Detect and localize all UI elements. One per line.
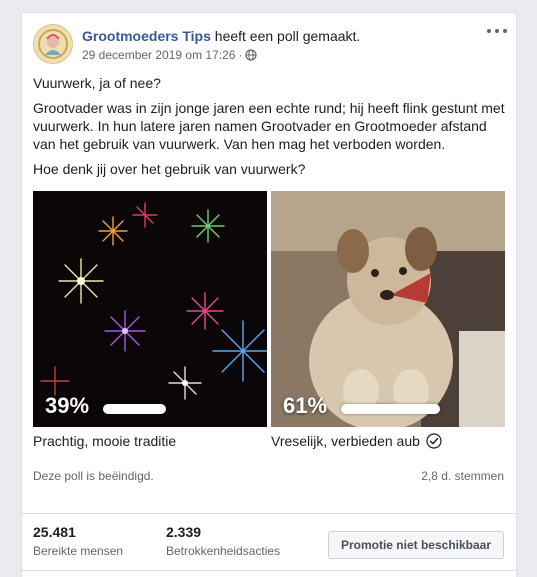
meta-separator: · xyxy=(238,48,243,62)
post-header: Grootmoeders Tips heeft een poll gemaakt… xyxy=(82,28,360,44)
post-body: Vuurwerk, ja of nee? Grootvader was in z… xyxy=(33,74,507,185)
post-card: Grootmoeders Tips heeft een poll gemaakt… xyxy=(21,12,517,577)
post-timestamp[interactable]: 29 december 2019 om 17:26 xyxy=(82,48,235,62)
dog-image xyxy=(271,191,505,427)
insights-divider xyxy=(22,513,516,514)
poll-option-text: Vreselijk, verbieden aub xyxy=(271,433,420,449)
poll-result-bar xyxy=(341,404,440,414)
fireworks-image xyxy=(33,191,267,427)
poll-percent: 61% xyxy=(283,393,328,418)
globe-icon[interactable] xyxy=(245,49,258,61)
more-options-icon[interactable] xyxy=(487,24,507,38)
page-avatar[interactable] xyxy=(33,24,73,64)
reach-label: Bereikte mensen xyxy=(33,544,124,558)
avatar-image xyxy=(34,25,72,63)
poll-option-text: Prachtig, mooie traditie xyxy=(33,433,177,449)
poll-status: Deze poll is beëindigd. xyxy=(33,469,154,483)
poll-option-dog[interactable]: 61% xyxy=(271,191,505,427)
reach-stat[interactable]: 25.481 Bereikte mensen xyxy=(33,524,123,558)
poll-result-bar xyxy=(103,404,166,414)
poll-vote-count[interactable]: 2,8 d. stemmen xyxy=(421,469,504,483)
poll-option-fireworks[interactable]: 39% xyxy=(33,191,267,427)
poll-option-label: Vreselijk, verbieden aub xyxy=(271,433,442,449)
check-circle-icon xyxy=(426,433,442,449)
post-paragraph: Vuurwerk, ja of nee? xyxy=(33,75,161,91)
engagement-stat[interactable]: 2.339 Betrokkenheidsacties xyxy=(166,524,280,558)
post-action-text: heeft een poll gemaakt. xyxy=(214,28,361,44)
poll-percent: 39% xyxy=(45,393,90,418)
engagement-value: 2.339 xyxy=(166,524,202,540)
reach-value: 25.481 xyxy=(33,524,76,540)
footer-divider xyxy=(22,570,516,571)
post-paragraph: Hoe denk jij over het gebruik van vuurwe… xyxy=(33,161,306,177)
poll-option-label: Prachtig, mooie traditie xyxy=(33,433,176,449)
post-meta: 29 december 2019 om 17:26 · xyxy=(82,48,258,62)
promotion-button[interactable]: Promotie niet beschikbaar xyxy=(327,531,504,559)
page-name-link[interactable]: Grootmoeders Tips xyxy=(82,28,211,44)
engagement-label: Betrokkenheidsacties xyxy=(166,544,281,558)
post-paragraph: Grootvader was in zijn jonge jaren een e… xyxy=(33,100,505,152)
